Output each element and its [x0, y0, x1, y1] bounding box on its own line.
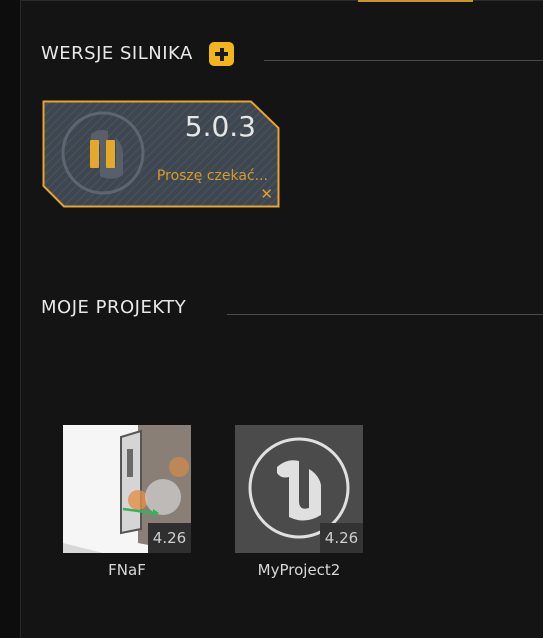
project-name: MyProject2: [257, 561, 341, 579]
pause-icon[interactable]: [90, 140, 116, 168]
engine-version-label: 5.0.3: [184, 110, 256, 143]
add-engine-button[interactable]: [209, 42, 234, 66]
section-divider: [264, 60, 543, 61]
engine-version-card[interactable]: 5.0.3 Proszę czekać... ✕: [42, 100, 280, 208]
section-divider: [227, 314, 543, 315]
engine-version-badge: 4.26: [148, 523, 191, 553]
left-sidebar-strip: [0, 0, 21, 638]
engine-status-text: Proszę czekać...: [156, 168, 268, 184]
engine-versions-title: WERSJE SILNIKA: [41, 43, 193, 64]
project-tile[interactable]: 4.26 MyProject2: [235, 425, 363, 579]
my-projects-title: MOJE PROJEKTY: [41, 297, 187, 318]
project-name: FNaF: [108, 561, 146, 579]
scene-thumbnail: 4.26: [63, 425, 191, 553]
project-tile[interactable]: 4.26 FNaF: [63, 425, 191, 579]
engine-version-badge: 4.26: [320, 523, 363, 553]
close-icon[interactable]: ✕: [260, 185, 273, 203]
project-thumbnail: 4.26: [235, 425, 363, 553]
active-tab-indicator: [358, 0, 473, 2]
